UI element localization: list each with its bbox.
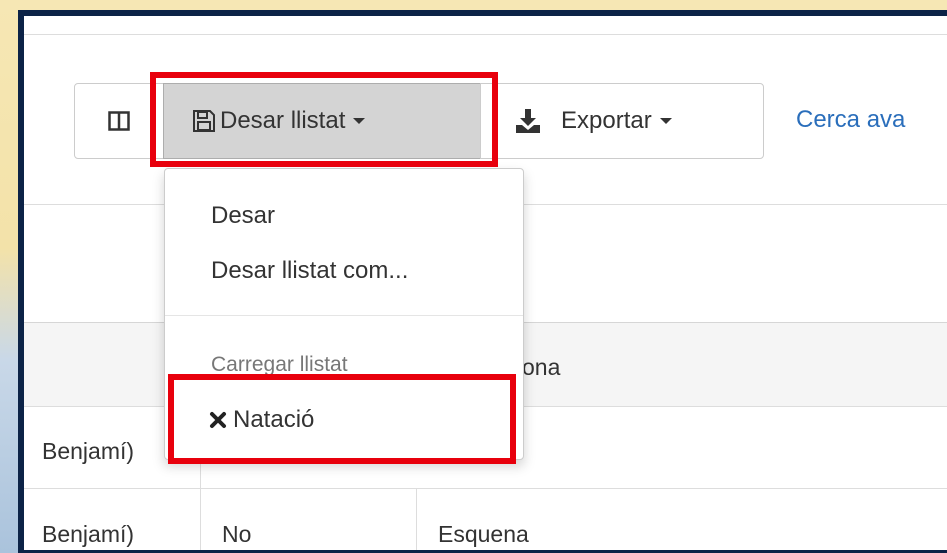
table-col-divider-2 — [416, 488, 417, 550]
highlight-save-button — [150, 72, 498, 167]
menu-item-save-as[interactable]: Desar llistat com... — [211, 257, 408, 285]
columns-icon — [108, 111, 130, 131]
menu-divider — [165, 315, 523, 316]
table-row-divider — [24, 488, 947, 489]
export-button[interactable]: Exportar — [480, 83, 764, 159]
highlight-saved-list — [168, 374, 516, 464]
row-2-style: Esquena — [438, 521, 529, 547]
chevron-down-icon — [659, 118, 672, 124]
app-screen: Desar llistat Exportar Cerca ava ona Ben… — [24, 16, 947, 550]
download-icon — [516, 109, 540, 133]
advanced-search-link[interactable]: Cerca ava — [796, 106, 905, 134]
menu-item-save[interactable]: Desar — [211, 202, 275, 230]
table-header-cell: ona — [522, 354, 561, 380]
export-label: Exportar — [561, 107, 652, 134]
top-divider — [24, 34, 947, 35]
row-2-category: Benjamí) — [42, 521, 135, 547]
row-1-category: Benjamí) — [42, 438, 135, 464]
row-2-value: No — [222, 521, 252, 547]
